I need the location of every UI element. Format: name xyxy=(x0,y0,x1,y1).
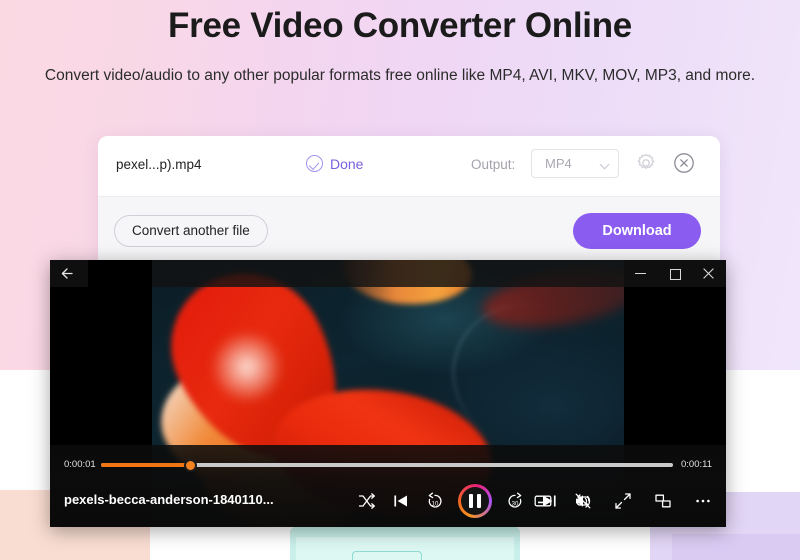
video-player-window: 0:00:01 0:00:11 pexels-becca-anderson-18… xyxy=(50,260,726,527)
more-options-icon xyxy=(696,499,710,503)
time-total: 0:00:11 xyxy=(681,459,712,470)
captions-icon xyxy=(534,495,552,507)
fullscreen-icon xyxy=(615,493,631,509)
close-circle-icon xyxy=(674,153,694,173)
page-title: Free Video Converter Online xyxy=(168,6,632,45)
player-control-bar: 0:00:01 0:00:11 pexels-becca-anderson-18… xyxy=(50,445,726,527)
status-label: Done xyxy=(330,155,364,172)
more-options-button[interactable] xyxy=(692,484,714,518)
converter-action-row: Convert another file Download xyxy=(98,197,720,264)
rewind-10-icon: 10 xyxy=(428,492,442,508)
background-card-mint-button xyxy=(352,551,422,560)
settings-button[interactable] xyxy=(633,150,659,176)
seek-slider[interactable] xyxy=(101,459,673,472)
output-label: Output: xyxy=(471,157,516,172)
output-format-value: MP4 xyxy=(545,156,572,171)
mini-player-icon xyxy=(655,494,671,508)
play-pause-button[interactable] xyxy=(458,484,492,518)
maximize-button[interactable] xyxy=(658,260,692,287)
player-titlebar xyxy=(50,260,726,287)
close-button[interactable] xyxy=(692,260,726,287)
shuffle-icon xyxy=(358,493,375,509)
download-button[interactable]: Download xyxy=(573,213,701,249)
seek-thumb[interactable] xyxy=(184,459,198,472)
media-title-label: pexels-becca-anderson-1840110... xyxy=(64,492,274,507)
mini-player-button[interactable] xyxy=(652,484,674,518)
back-arrow-icon xyxy=(61,268,73,279)
page-root: Free Video Converter Online Convert vide… xyxy=(0,0,800,560)
previous-track-icon xyxy=(394,495,407,507)
gear-icon xyxy=(637,153,655,170)
status-badge: Done xyxy=(306,155,363,172)
volume-icon xyxy=(576,495,591,507)
file-name-label: pexel...p).mp4 xyxy=(116,157,202,172)
converter-panel: pexel...p).mp4 Done Output: MP4 Convert … xyxy=(98,136,720,264)
player-options xyxy=(532,484,714,518)
chevron-down-icon xyxy=(599,159,610,170)
check-circle-icon xyxy=(306,155,323,172)
output-format-select[interactable]: MP4 xyxy=(531,149,619,178)
player-title-placeholder xyxy=(88,260,152,287)
minimize-button[interactable] xyxy=(624,260,658,287)
background-card-purple-lower xyxy=(672,534,800,560)
svg-text:10: 10 xyxy=(432,501,439,507)
rewind-10-button[interactable]: 10 xyxy=(424,484,446,518)
shuffle-button[interactable] xyxy=(356,484,378,518)
forward-30-button[interactable]: 30 xyxy=(504,484,526,518)
previous-track-button[interactable] xyxy=(390,484,412,518)
converter-file-row: pexel...p).mp4 Done Output: MP4 xyxy=(98,136,720,197)
forward-30-icon: 30 xyxy=(508,492,522,508)
svg-text:30: 30 xyxy=(512,501,519,507)
close-icon xyxy=(703,268,714,279)
pause-icon xyxy=(469,494,481,508)
seek-progress xyxy=(101,463,191,467)
hero-section: Free Video Converter Online Convert vide… xyxy=(0,0,800,86)
time-current: 0:00:01 xyxy=(64,459,96,470)
volume-button[interactable] xyxy=(572,484,594,518)
koi-fish-white-patch xyxy=(212,332,282,402)
player-buttons-row: pexels-becca-anderson-1840110... 10 30 xyxy=(50,479,726,523)
back-button[interactable] xyxy=(58,263,80,284)
page-subtitle: Convert video/audio to any other popular… xyxy=(44,67,756,84)
fullscreen-button[interactable] xyxy=(612,484,634,518)
remove-file-button[interactable] xyxy=(671,150,697,176)
player-timeline: 0:00:01 0:00:11 xyxy=(50,455,726,475)
window-controls xyxy=(624,260,726,287)
captions-button[interactable] xyxy=(532,484,554,518)
convert-another-file-button[interactable]: Convert another file xyxy=(114,215,268,247)
